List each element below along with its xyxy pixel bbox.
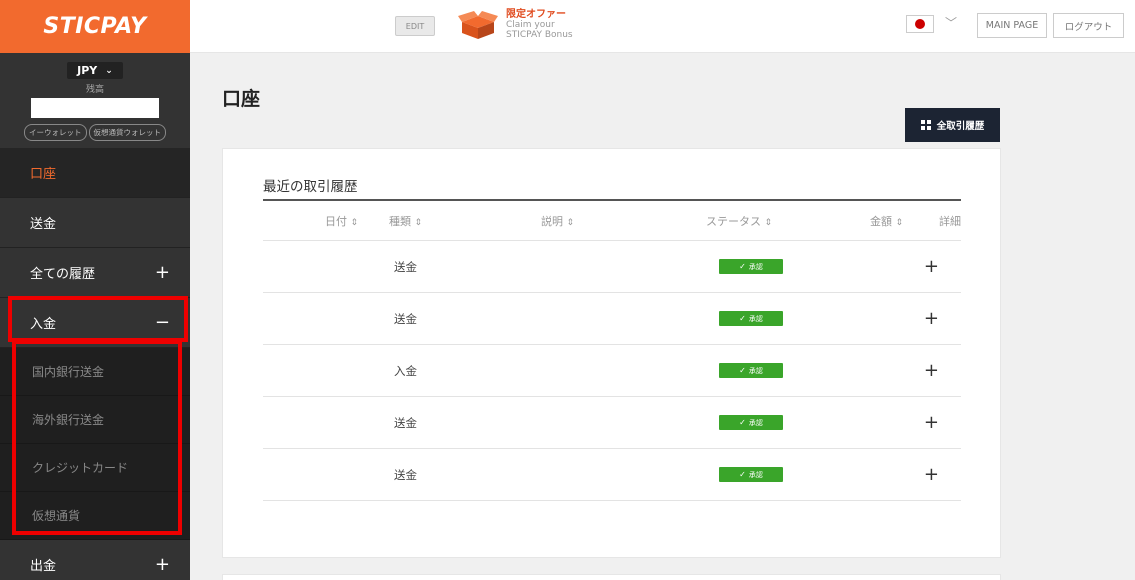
sidebar-item-deposit[interactable]: 入金 − <box>0 298 190 348</box>
minus-icon: − <box>154 312 170 333</box>
status-badge: ✓ 承認 <box>719 311 783 326</box>
offer-title: 限定オファー <box>506 9 566 20</box>
recent-transactions-card: 最近の取引履歴 日付 ⇕ 種類 ⇕ 説明 ⇕ ステータス ⇕ 金額 ⇕ 詳細 送… <box>222 148 1001 558</box>
account-summary: JPY ⌄ 残高 イーウォレット 仮想通貨ウォレット <box>0 53 190 148</box>
col-description[interactable]: 説明 ⇕ <box>493 213 673 229</box>
table-row: 送金 ✓ 承認 + <box>263 397 961 449</box>
ewallet-button[interactable]: イーウォレット <box>24 124 87 141</box>
grid-icon <box>920 120 931 130</box>
next-card <box>222 574 1001 580</box>
offer-line-2: STICPAY Bonus <box>506 30 573 40</box>
check-icon: ✓ <box>739 262 746 271</box>
chevron-down-icon: ⌄ <box>105 65 113 76</box>
card-title: 最近の取引履歴 <box>263 179 358 195</box>
sidebar-subitem-domestic-bank[interactable]: 国内銀行送金 <box>0 348 190 396</box>
col-detail: 詳細 <box>939 214 961 228</box>
japan-flag-icon[interactable] <box>906 15 934 33</box>
sidebar-item-send[interactable]: 送金 <box>0 198 190 248</box>
sidebar-item-label: 口座 <box>30 167 57 182</box>
plus-icon: + <box>154 262 170 283</box>
table-row: 送金 ✓ 承認 + <box>263 241 961 293</box>
sort-icon: ⇕ <box>414 217 423 228</box>
table-row: 送金 ✓ 承認 + <box>263 293 961 345</box>
col-date[interactable]: 日付 ⇕ <box>263 213 358 229</box>
sort-icon: ⇕ <box>764 217 773 228</box>
all-transactions-button[interactable]: 全取引履歴 <box>905 108 1000 142</box>
col-type[interactable]: 種類 ⇕ <box>358 213 493 229</box>
limited-offer-banner[interactable]: 限定オファー Claim your STICPAY Bonus <box>458 9 573 40</box>
expand-row-button[interactable]: + <box>903 412 961 433</box>
expand-row-button[interactable]: + <box>903 308 961 329</box>
expand-row-button[interactable]: + <box>903 256 961 277</box>
sidebar: STICPAY JPY ⌄ 残高 イーウォレット 仮想通貨ウォレット 口座 送金… <box>0 0 190 580</box>
status-badge: ✓ 承認 <box>719 415 783 430</box>
check-icon: ✓ <box>739 314 746 323</box>
sort-icon: ⇕ <box>895 217 903 228</box>
col-status[interactable]: ステータス ⇕ <box>673 213 793 229</box>
sidebar-item-withdraw[interactable]: 出金 + <box>0 540 190 580</box>
crypto-wallet-button[interactable]: 仮想通貨ウォレット <box>88 124 166 141</box>
sort-icon: ⇕ <box>566 217 575 228</box>
check-icon: ✓ <box>739 470 746 479</box>
table-row: 入金 ✓ 承認 + <box>263 345 961 397</box>
chevron-down-icon[interactable]: ﹀ <box>945 14 957 31</box>
row-type: 送金 <box>394 311 417 326</box>
table-header: 日付 ⇕ 種類 ⇕ 説明 ⇕ ステータス ⇕ 金額 ⇕ 詳細 <box>263 201 961 241</box>
row-type: 送金 <box>394 467 417 482</box>
row-type: 送金 <box>394 259 417 274</box>
offer-text: 限定オファー Claim your STICPAY Bonus <box>506 9 573 40</box>
all-transactions-label: 全取引履歴 <box>936 121 985 132</box>
sidebar-item-label: 全ての履歴 <box>30 267 96 282</box>
logout-button[interactable]: ログアウト <box>1053 13 1124 38</box>
table-row: 送金 ✓ 承認 + <box>263 449 961 501</box>
logo-text: STICPAY <box>43 14 147 39</box>
sort-icon: ⇕ <box>350 217 358 228</box>
transactions-table: 日付 ⇕ 種類 ⇕ 説明 ⇕ ステータス ⇕ 金額 ⇕ 詳細 送金 ✓ 承認 + … <box>263 199 961 501</box>
row-type: 入金 <box>394 363 417 378</box>
status-badge: ✓ 承認 <box>719 467 783 482</box>
gift-box-icon <box>458 10 498 39</box>
offer-line-1: Claim your <box>506 20 555 30</box>
wallet-buttons: イーウォレット 仮想通貨ウォレット <box>0 124 190 141</box>
edit-button[interactable]: EDIT <box>395 16 435 36</box>
row-type: 送金 <box>394 415 417 430</box>
top-bar: EDIT 限定オファー Claim your STICPAY Bonus ﹀ M… <box>190 0 1135 53</box>
sidebar-item-account[interactable]: 口座 <box>0 148 190 198</box>
sticpay-logo[interactable]: STICPAY <box>0 0 190 53</box>
sidebar-subitem-credit-card[interactable]: クレジットカード <box>0 444 190 492</box>
page-title: 口座 <box>222 88 261 110</box>
sidebar-item-label: 送金 <box>30 217 57 232</box>
sidebar-item-label: 入金 <box>30 317 57 332</box>
sidebar-subitem-crypto[interactable]: 仮想通貨 <box>0 492 190 540</box>
expand-row-button[interactable]: + <box>903 464 961 485</box>
currency-value: JPY <box>77 64 98 77</box>
check-icon: ✓ <box>739 418 746 427</box>
status-badge: ✓ 承認 <box>719 259 783 274</box>
currency-select[interactable]: JPY ⌄ <box>67 62 123 79</box>
balance-label: 残高 <box>85 85 104 95</box>
col-amount[interactable]: 金額 ⇕ <box>793 213 903 229</box>
plus-icon: + <box>154 554 170 575</box>
main-page-button[interactable]: MAIN PAGE <box>977 13 1047 38</box>
sidebar-subitem-overseas-bank[interactable]: 海外銀行送金 <box>0 396 190 444</box>
sidebar-item-all-history[interactable]: 全ての履歴 + <box>0 248 190 298</box>
balance-value-box <box>31 98 159 118</box>
check-icon: ✓ <box>739 366 746 375</box>
status-badge: ✓ 承認 <box>719 363 783 378</box>
expand-row-button[interactable]: + <box>903 360 961 381</box>
sidebar-item-label: 出金 <box>30 559 57 574</box>
